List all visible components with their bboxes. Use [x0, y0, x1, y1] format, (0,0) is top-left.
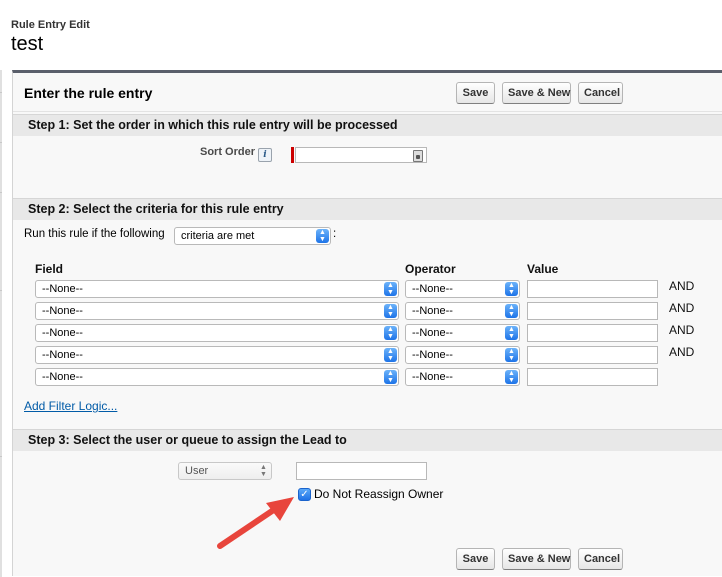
- lookup-icon: [413, 150, 423, 162]
- filter-field-select-5[interactable]: --None-- ▲ ▼: [35, 368, 399, 386]
- filter-operator-select-2[interactable]: --None-- ▲ ▼: [405, 302, 520, 320]
- edge-tick: [0, 192, 2, 193]
- step2-header: Step 2: Select the criteria for this rul…: [13, 198, 722, 220]
- panel-header: Enter the rule entry Save Save & New Can…: [13, 73, 722, 112]
- filter-field-value: --None--: [42, 327, 83, 339]
- filter-value-input-2[interactable]: [527, 302, 658, 320]
- up-down-chevron-icon: ▲ ▼: [316, 229, 329, 243]
- add-filter-logic-link[interactable]: Add Filter Logic...: [24, 399, 117, 413]
- up-down-chevron-icon: ▲ ▼: [260, 464, 267, 478]
- step1-header: Step 1: Set the order in which this rule…: [13, 114, 722, 136]
- and-label: AND: [669, 323, 695, 337]
- do-not-reassign-label: Do Not Reassign Owner: [314, 487, 444, 501]
- up-down-chevron-icon: ▲ ▼: [505, 348, 518, 362]
- filter-operator-select-3[interactable]: --None-- ▲ ▼: [405, 324, 520, 342]
- step2-title: Step 2: Select the criteria for this rul…: [28, 202, 284, 216]
- column-header-operator: Operator: [405, 262, 456, 276]
- filter-field-select-1[interactable]: --None-- ▲ ▼: [35, 280, 399, 298]
- filter-field-value: --None--: [42, 283, 83, 295]
- cancel-button[interactable]: Cancel: [578, 82, 623, 104]
- filter-operator-value: --None--: [412, 349, 453, 361]
- annotation-arrow: [217, 497, 294, 549]
- filter-field-value: --None--: [42, 349, 83, 361]
- save-button[interactable]: Save: [456, 82, 495, 104]
- sort-order-input[interactable]: [295, 147, 427, 163]
- criteria-select[interactable]: criteria are met ▲ ▼: [174, 227, 331, 245]
- up-down-chevron-icon: ▲ ▼: [384, 348, 397, 362]
- filter-operator-select-5[interactable]: --None-- ▲ ▼: [405, 368, 520, 386]
- filter-value-input-5[interactable]: [527, 368, 658, 386]
- column-header-value: Value: [527, 262, 559, 276]
- filter-operator-select-1[interactable]: --None-- ▲ ▼: [405, 280, 520, 298]
- sort-order-label: Sort Order: [200, 146, 256, 158]
- edge-tick: [0, 456, 2, 457]
- filter-operator-value: --None--: [412, 305, 453, 317]
- cancel-button-bottom[interactable]: Cancel: [578, 548, 623, 570]
- filter-operator-value: --None--: [412, 371, 453, 383]
- required-indicator: [291, 147, 294, 163]
- filter-value-input-1[interactable]: [527, 280, 658, 298]
- filter-field-value: --None--: [42, 305, 83, 317]
- save-button-bottom[interactable]: Save: [456, 548, 495, 570]
- assign-type-value: User: [185, 465, 209, 477]
- info-icon[interactable]: i: [258, 148, 272, 162]
- rule-entry-panel: Enter the rule entry Save Save & New Can…: [12, 70, 722, 576]
- edge-tick: [0, 92, 2, 93]
- criteria-select-value: criteria are met: [181, 230, 255, 242]
- run-rule-label: Run this rule if the following: [24, 228, 165, 240]
- up-down-chevron-icon: ▲ ▼: [505, 326, 518, 340]
- assignee-input[interactable]: [296, 462, 427, 480]
- filter-field-select-3[interactable]: --None-- ▲ ▼: [35, 324, 399, 342]
- save-and-new-button-bottom[interactable]: Save & New: [502, 548, 571, 570]
- edge-tick: [0, 142, 2, 143]
- filter-value-input-4[interactable]: [527, 346, 658, 364]
- edge-tick: [0, 290, 2, 291]
- filter-operator-value: --None--: [412, 283, 453, 295]
- up-down-chevron-icon: ▲ ▼: [384, 326, 397, 340]
- panel-header-title: Enter the rule entry: [24, 85, 153, 101]
- criteria-colon: :: [333, 228, 337, 240]
- up-down-chevron-icon: ▲ ▼: [384, 304, 397, 318]
- up-down-chevron-icon: ▲ ▼: [505, 370, 518, 384]
- and-label: AND: [669, 301, 695, 315]
- arrow-shaft: [217, 504, 281, 549]
- filter-field-select-4[interactable]: --None-- ▲ ▼: [35, 346, 399, 364]
- filter-operator-value: --None--: [412, 327, 453, 339]
- filter-operator-select-4[interactable]: --None-- ▲ ▼: [405, 346, 520, 364]
- page-title: test: [11, 33, 44, 55]
- step3-header: Step 3: Select the user or queue to assi…: [13, 429, 722, 451]
- and-label: AND: [669, 345, 695, 359]
- and-label: AND: [669, 279, 695, 293]
- left-edge-rule: [0, 70, 2, 577]
- filter-field-value: --None--: [42, 371, 83, 383]
- filter-field-select-2[interactable]: --None-- ▲ ▼: [35, 302, 399, 320]
- up-down-chevron-icon: ▲ ▼: [505, 282, 518, 296]
- up-down-chevron-icon: ▲ ▼: [505, 304, 518, 318]
- step1-title: Step 1: Set the order in which this rule…: [28, 118, 398, 132]
- assign-type-select[interactable]: User ▲ ▼: [178, 462, 272, 480]
- save-and-new-button[interactable]: Save & New: [502, 82, 571, 104]
- column-header-field: Field: [35, 262, 64, 276]
- filter-value-input-3[interactable]: [527, 324, 658, 342]
- breadcrumb: Rule Entry Edit: [11, 19, 90, 31]
- up-down-chevron-icon: ▲ ▼: [384, 282, 397, 296]
- step3-title: Step 3: Select the user or queue to assi…: [28, 433, 347, 447]
- up-down-chevron-icon: ▲ ▼: [384, 370, 397, 384]
